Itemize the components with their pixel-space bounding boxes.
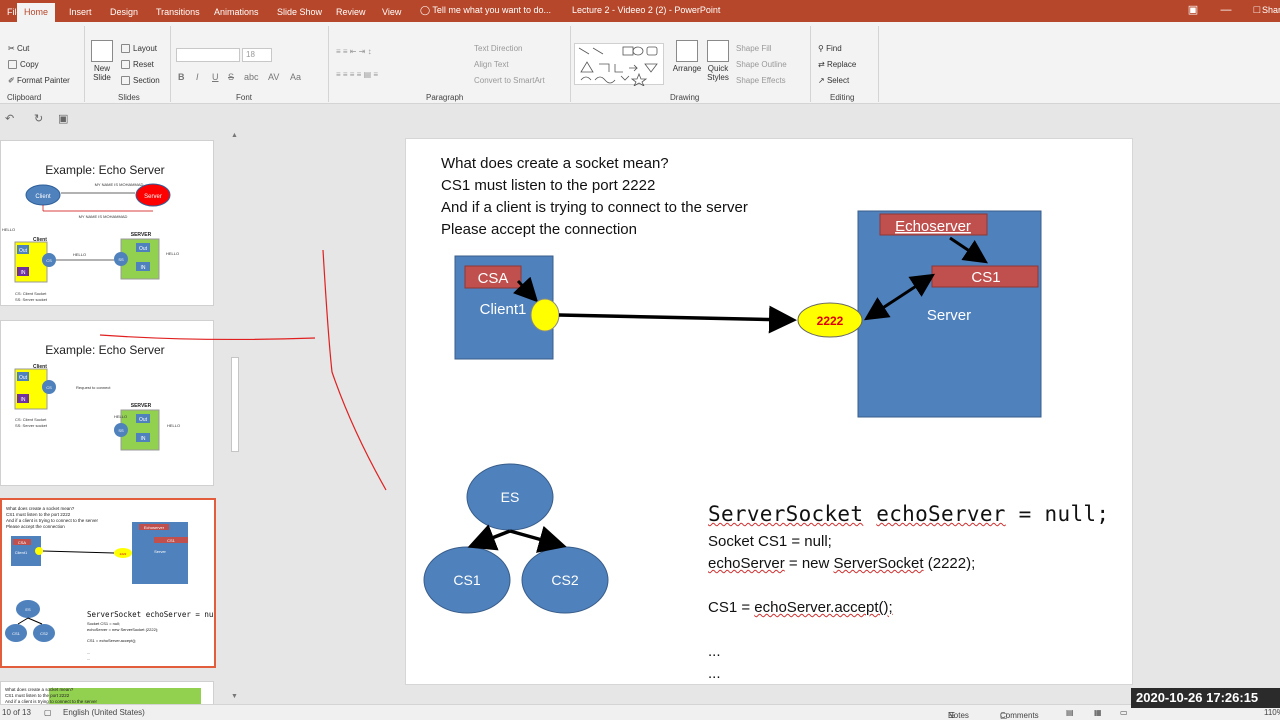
- cs1-label: CS1: [971, 269, 1000, 286]
- code-token: echoServer: [708, 555, 785, 572]
- csa-label: CSA: [478, 270, 509, 287]
- socket-diagram: CSA Client1 Echoserver CS1 Server 2222 E…: [99, 210, 1042, 614]
- cs2-node-label: CS2: [551, 572, 578, 588]
- code-token: (2222);: [927, 555, 976, 572]
- es-to-cs2-arrow: [509, 525, 567, 553]
- notes-label: Notes: [948, 711, 969, 720]
- code-heading[interactable]: ServerSocket echoServer = null;: [708, 502, 1109, 526]
- es-label: ES: [501, 489, 520, 505]
- normal-view-icon[interactable]: ▤: [1066, 708, 1074, 717]
- status-bar: 10 of 13 ▢ English (United States) ☰ Not…: [0, 704, 1280, 720]
- code-token: = null;: [1018, 502, 1110, 526]
- client1-label: Client1: [480, 301, 527, 318]
- code-token: = new: [788, 555, 830, 572]
- language-label[interactable]: English (United States): [63, 708, 145, 717]
- comments-label: Comments: [1000, 711, 1039, 720]
- ink-stroke: [99, 334, 316, 341]
- code-line: CS1 = echoServer.accept();: [708, 597, 975, 619]
- code-token: echoServer.accept();: [754, 599, 893, 616]
- timestamp-overlay: 2020-10-26 17:26:15: [1131, 688, 1280, 708]
- proofing-icon[interactable]: ▢: [44, 708, 52, 717]
- code-line: echoServer = new ServerSocket (2222);: [708, 553, 975, 575]
- code-token: ServerSocket: [833, 555, 924, 572]
- code-line: ...: [708, 643, 721, 660]
- es-to-cs1-arrow: [467, 524, 511, 551]
- code-line: ...: [708, 665, 721, 682]
- server-label: Server: [927, 307, 971, 324]
- code-body[interactable]: Socket CS1 = null; echoServer = new Serv…: [708, 531, 975, 685]
- slide-sorter-icon[interactable]: ▦: [1094, 708, 1102, 717]
- client-socket-circle[interactable]: [530, 298, 560, 332]
- ink-stroke: [322, 249, 387, 491]
- code-token: ServerSocket: [708, 502, 864, 526]
- connect-arrow: [558, 305, 797, 334]
- cs1-node-label: CS1: [453, 572, 480, 588]
- port-label: 2222: [817, 314, 844, 328]
- reading-view-icon[interactable]: ▭: [1120, 708, 1128, 717]
- code-token: CS1 =: [708, 599, 751, 616]
- echoserver-label: Echoserver: [895, 218, 971, 235]
- slide-counter: 10 of 13: [2, 708, 31, 717]
- powerpoint-window: File Home Insert Design Transitions Anim…: [0, 0, 1280, 720]
- code-line: Socket CS1 = null;: [708, 533, 832, 550]
- zoom-level[interactable]: 110%: [1264, 708, 1280, 717]
- code-token: echoServer: [876, 502, 1006, 526]
